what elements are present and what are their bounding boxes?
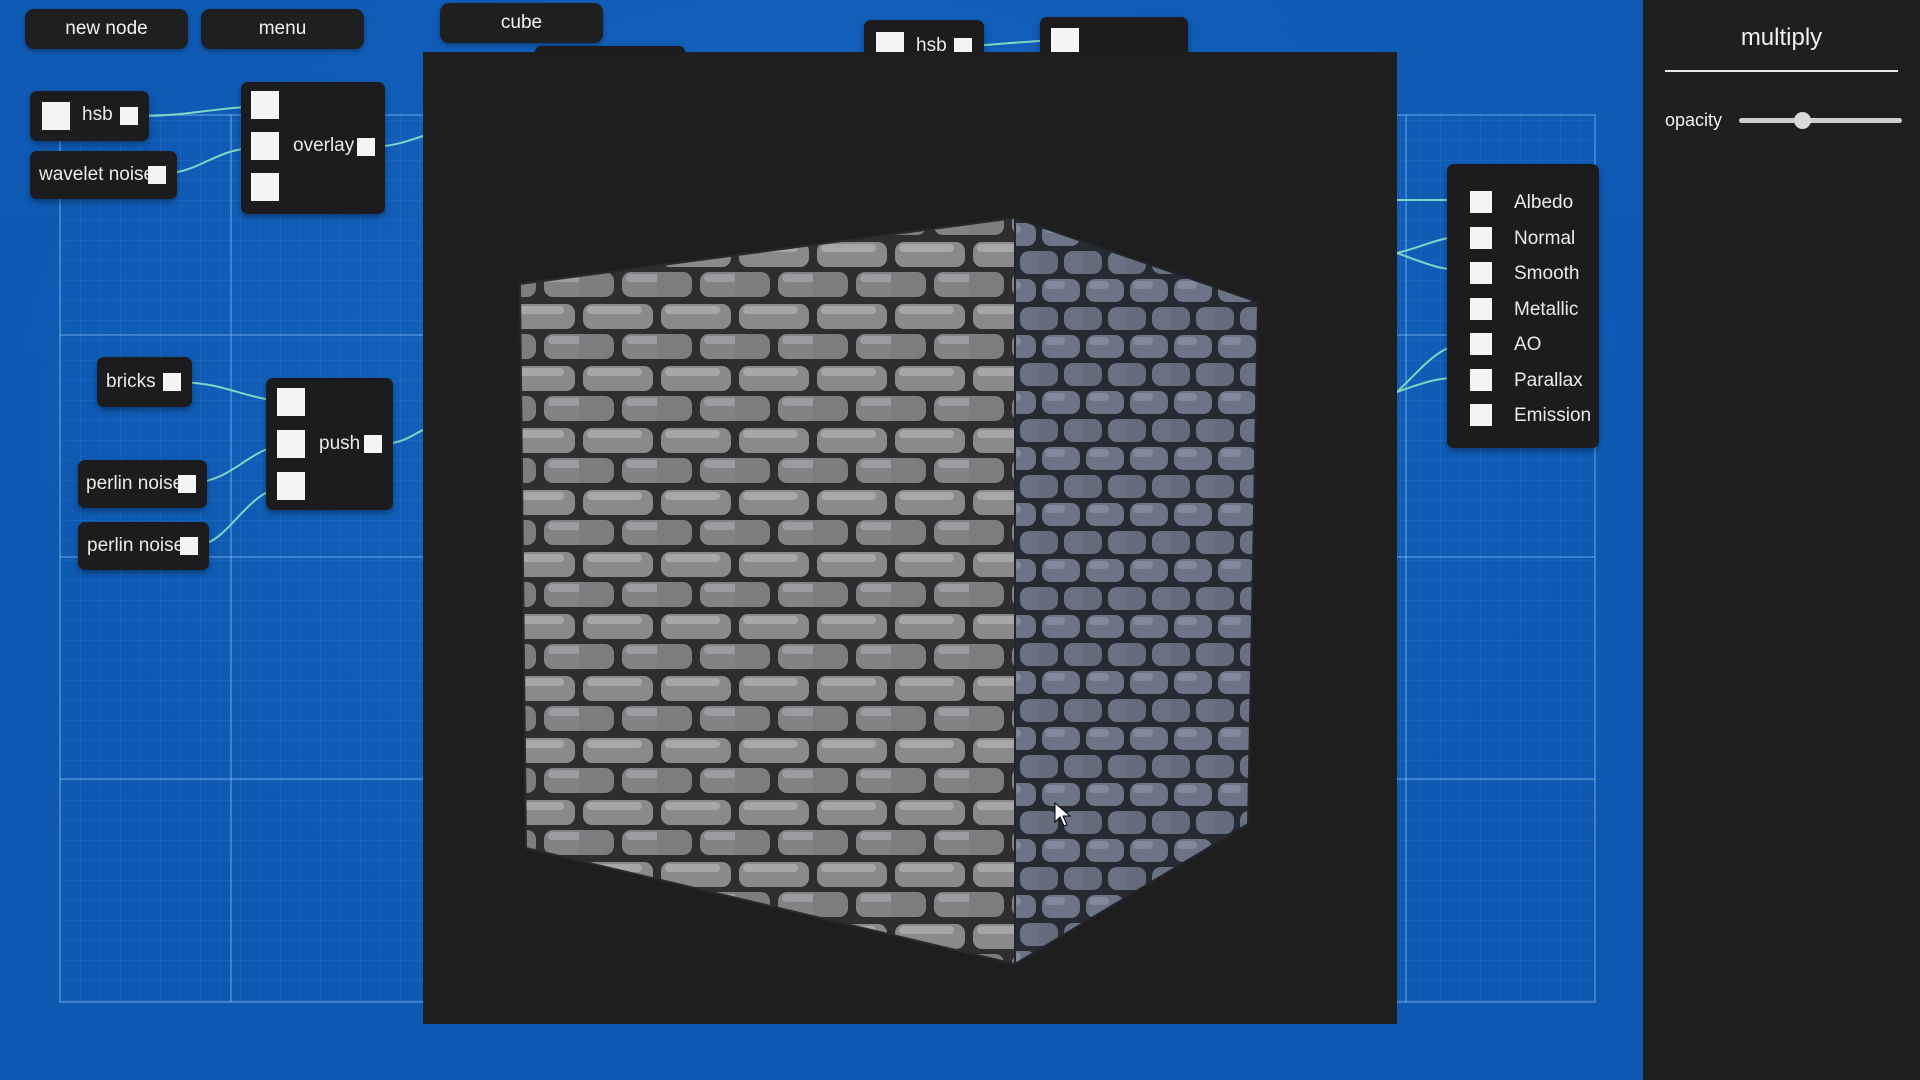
3d-preview-viewport[interactable] (423, 52, 1397, 1024)
panel-title-divider (1665, 70, 1898, 72)
perlin-noise-label-2: perlin noise (87, 535, 185, 556)
perlin-noise-node-1[interactable]: perlin noise (78, 460, 207, 508)
cube-button[interactable]: cube (440, 3, 603, 43)
push-node[interactable]: push (266, 378, 393, 510)
bricks-output-port[interactable] (163, 373, 181, 391)
perlin-noise-node-2[interactable]: perlin noise (78, 522, 209, 570)
opacity-slider[interactable] (1739, 112, 1902, 129)
channel-input-port-parallax[interactable] (1470, 368, 1492, 391)
arrow-cursor-icon (1054, 802, 1072, 827)
channel-input-port-normal[interactable] (1470, 226, 1492, 249)
overlay-output-port[interactable] (357, 138, 375, 156)
opacity-slider-thumb[interactable] (1794, 112, 1812, 129)
bricks-node-label: bricks (106, 371, 156, 392)
push-node-label: push (319, 433, 361, 454)
perlin-noise-output-port-2[interactable] (180, 537, 198, 555)
wavelet-noise-node[interactable]: wavelet noise (30, 151, 177, 199)
bricks-node[interactable]: bricks (97, 357, 192, 407)
properties-panel: multiply opacity (1643, 0, 1920, 1080)
wavelet-noise-output-port[interactable] (148, 166, 166, 184)
hsb-output-port[interactable] (120, 107, 138, 125)
channel-label-ao: AO (1514, 334, 1542, 355)
wavelet-noise-label: wavelet noise (39, 164, 155, 185)
menu-button[interactable]: menu (201, 9, 364, 49)
overlay-node-label: overlay (293, 135, 355, 156)
push-output-port[interactable] (364, 435, 382, 453)
overlay-input-port-1[interactable] (251, 91, 279, 119)
new-node-button[interactable]: new node (25, 9, 188, 49)
opacity-slider-track (1739, 118, 1902, 123)
textured-cube-render[interactable] (423, 52, 1397, 1024)
hsb-color-swatch[interactable] (42, 102, 70, 130)
channel-label-parallax: Parallax (1514, 369, 1583, 391)
material-output-node[interactable]: Albedo Normal Smooth Metallic AO Parallax Emis… (1447, 164, 1599, 448)
channel-label-albedo: Albedo (1514, 192, 1574, 213)
opacity-label: opacity (1665, 110, 1723, 130)
channel-input-port-smooth[interactable] (1470, 262, 1492, 284)
perlin-noise-label-1: perlin noise (86, 473, 184, 494)
overlay-input-port-2[interactable] (251, 132, 279, 160)
channel-input-port-ao[interactable] (1470, 333, 1492, 355)
channel-label-smooth: Smooth (1514, 263, 1580, 284)
push-input-port-2[interactable] (277, 430, 305, 458)
panel-title: multiply (1740, 24, 1823, 51)
push-input-port-3[interactable] (277, 472, 305, 500)
overlay-input-port-3[interactable] (251, 173, 279, 201)
hsb-node-label: hsb (82, 104, 113, 125)
hsb-node[interactable]: hsb (30, 91, 149, 141)
channel-input-port-emission[interactable] (1470, 404, 1492, 426)
channel-label-emission: Emission (1514, 405, 1592, 426)
push-input-port-1[interactable] (277, 388, 305, 416)
perlin-noise-output-port-1[interactable] (178, 475, 196, 493)
channel-input-port-albedo[interactable] (1470, 191, 1492, 213)
channel-input-port-metallic[interactable] (1470, 297, 1492, 320)
channel-label-normal: Normal (1514, 227, 1576, 249)
overlay-node[interactable]: overlay (241, 82, 385, 214)
channel-label-metallic: Metallic (1514, 298, 1579, 320)
